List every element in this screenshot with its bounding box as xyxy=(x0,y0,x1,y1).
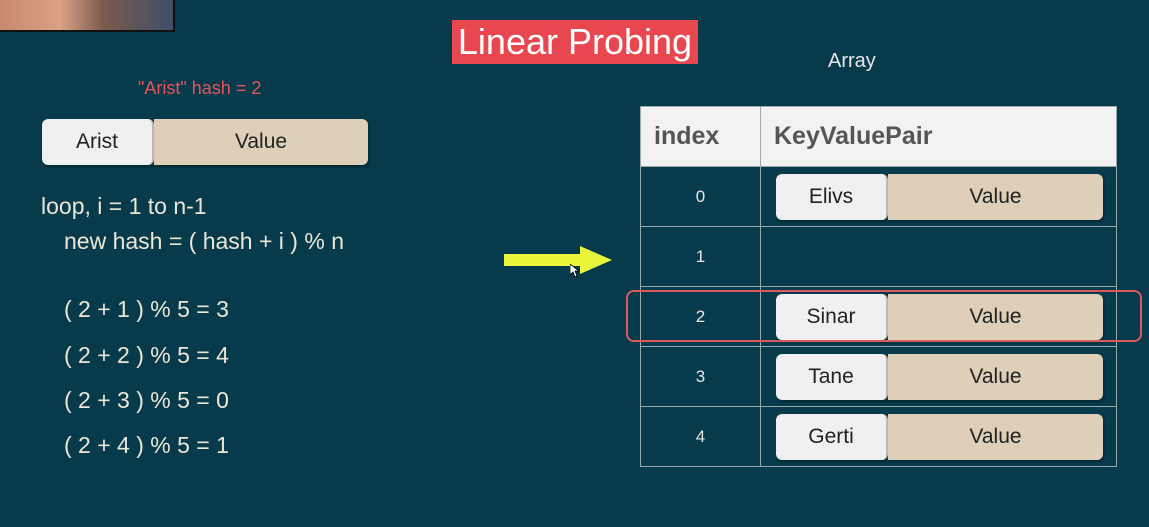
right-arrow-icon xyxy=(504,246,612,274)
row-kv-cell: Tane Value xyxy=(760,346,1117,407)
probe-step-4: ( 2 + 4 ) % 5 = 1 xyxy=(64,432,229,458)
pair-key: Gerti xyxy=(776,414,888,460)
table-row: 1 xyxy=(640,226,1117,287)
highlight-outline-row-2 xyxy=(626,290,1142,342)
pair-value: Value xyxy=(888,354,1103,400)
row-index: 4 xyxy=(640,406,761,467)
row-index: 0 xyxy=(640,166,761,227)
pair-key: Elivs xyxy=(776,174,888,220)
row-kv-cell: Gerti Value xyxy=(760,406,1117,467)
table-row: 4 Gerti Value xyxy=(640,406,1117,467)
probe-step-2: ( 2 + 2 ) % 5 = 4 xyxy=(64,342,229,368)
row-kv-cell-empty xyxy=(760,226,1117,287)
hash-note: "Arist" hash = 2 xyxy=(138,78,262,98)
key-value-pair: Tane Value xyxy=(776,354,1103,400)
column-header-index: index xyxy=(640,106,761,167)
array-table: index KeyValuePair 0 Elivs Value 1 2 Sin… xyxy=(640,106,1117,467)
new-key-value-pair: Arist Value xyxy=(42,119,368,165)
new-pair-value: Value xyxy=(154,119,368,165)
mouse-cursor-icon xyxy=(570,264,580,278)
slide-title: Linear Probing xyxy=(452,20,698,64)
array-label: Array xyxy=(828,50,876,72)
presenter-video-thumbnail xyxy=(0,0,175,32)
pair-value: Value xyxy=(888,174,1103,220)
pair-key: Tane xyxy=(776,354,888,400)
table-row: 0 Elivs Value xyxy=(640,166,1117,227)
column-header-key-value-pair: KeyValuePair xyxy=(760,106,1117,167)
row-index: 3 xyxy=(640,346,761,407)
row-index: 1 xyxy=(640,226,761,287)
new-hash-line: new hash = ( hash + i ) % n xyxy=(64,228,344,254)
pair-value: Value xyxy=(888,414,1103,460)
row-kv-cell: Elivs Value xyxy=(760,166,1117,227)
table-row: 3 Tane Value xyxy=(640,346,1117,407)
new-pair-key: Arist xyxy=(42,119,154,165)
probe-step-3: ( 2 + 3 ) % 5 = 0 xyxy=(64,387,229,413)
loop-line: loop, i = 1 to n-1 xyxy=(41,193,207,219)
probe-step-1: ( 2 + 1 ) % 5 = 3 xyxy=(64,296,229,322)
key-value-pair: Elivs Value xyxy=(776,174,1103,220)
key-value-pair: Gerti Value xyxy=(776,414,1103,460)
